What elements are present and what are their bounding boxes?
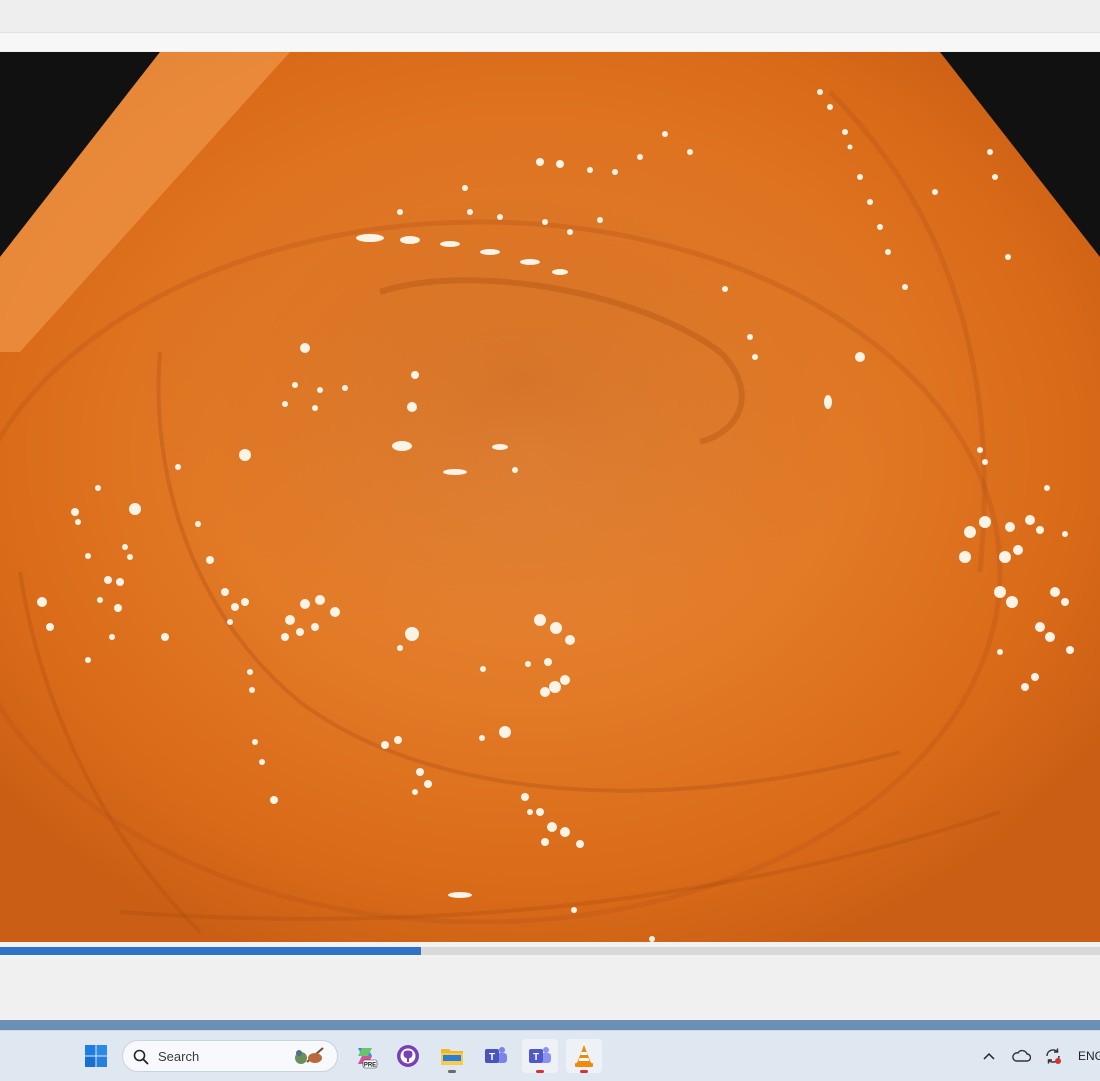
sync-icon[interactable] bbox=[1043, 1046, 1063, 1066]
menu-bar bbox=[0, 33, 1100, 51]
seek-progress bbox=[0, 947, 422, 955]
copilot-pre-icon[interactable]: PRE bbox=[347, 1039, 383, 1073]
seek-track[interactable] bbox=[0, 947, 1100, 955]
running-indicator bbox=[448, 1070, 456, 1073]
copilot-badge: PRE bbox=[364, 1063, 376, 1069]
title-bar bbox=[0, 0, 1100, 33]
playback-controls-panel bbox=[0, 958, 1100, 1020]
language-indicator[interactable]: ENG bbox=[1078, 1049, 1100, 1063]
teams-new-icon[interactable]: T bbox=[522, 1039, 558, 1073]
file-explorer-icon[interactable] bbox=[434, 1039, 470, 1073]
media-player-window bbox=[0, 0, 1100, 1030]
chevron-up-icon[interactable] bbox=[979, 1046, 999, 1066]
video-display[interactable] bbox=[0, 52, 1100, 942]
cloud-icon[interactable] bbox=[1011, 1046, 1031, 1066]
running-indicator bbox=[580, 1070, 588, 1073]
windows-start-icon[interactable] bbox=[80, 1040, 112, 1072]
taskbar: Search PRE T T ENG bbox=[0, 1030, 1100, 1081]
teams-icon[interactable]: T bbox=[478, 1039, 514, 1073]
seek-bar[interactable] bbox=[0, 942, 1100, 958]
taskbar-search-box[interactable]: Search bbox=[122, 1040, 338, 1072]
search-placeholder: Search bbox=[158, 1049, 200, 1064]
search-icon bbox=[133, 1049, 149, 1065]
svg-text:T: T bbox=[489, 1052, 495, 1063]
fold-shadow bbox=[140, 122, 900, 642]
svg-text:T: T bbox=[533, 1052, 539, 1063]
desktop-background-strip bbox=[0, 1020, 1100, 1030]
github-desktop-icon[interactable] bbox=[390, 1039, 426, 1073]
vlc-icon[interactable] bbox=[566, 1039, 602, 1073]
search-highlight-icon bbox=[295, 1047, 324, 1064]
endoscopy-frame bbox=[0, 52, 1100, 942]
running-indicator bbox=[536, 1070, 544, 1073]
